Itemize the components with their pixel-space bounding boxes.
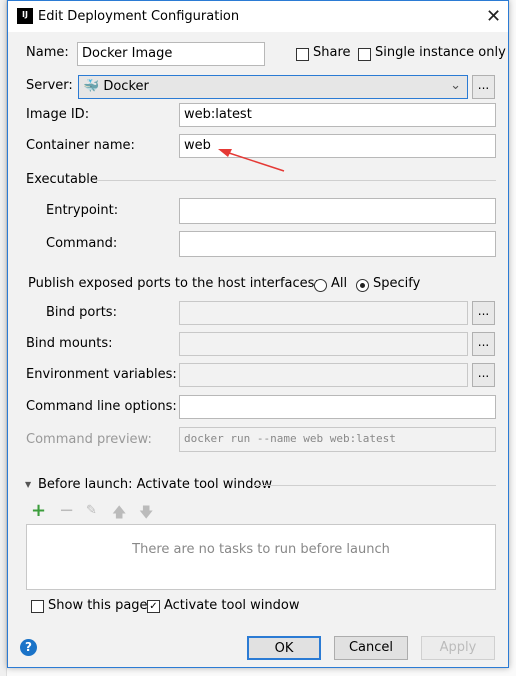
entrypoint-label: Entrypoint:	[46, 203, 119, 218]
command-label: Command:	[46, 236, 118, 251]
radio-all-label: All	[331, 276, 348, 291]
radio-specify[interactable]	[356, 279, 369, 292]
entrypoint-input[interactable]	[179, 198, 496, 224]
executable-separator	[96, 180, 496, 181]
env-vars-more-button[interactable]: ...	[472, 363, 495, 387]
close-icon[interactable]: ✕	[486, 6, 501, 27]
server-value: Docker	[103, 79, 149, 94]
apply-button[interactable]: Apply	[421, 636, 495, 660]
share-checkbox[interactable]	[296, 48, 309, 61]
bind-mounts-label: Bind mounts:	[26, 336, 113, 351]
move-up-icon[interactable]: 🡅	[112, 502, 126, 526]
add-icon[interactable]: +	[31, 500, 46, 521]
move-down-icon[interactable]: 🡇	[139, 502, 153, 526]
image-id-input[interactable]: web:latest	[179, 103, 496, 127]
before-launch-label[interactable]: Before launch: Activate tool window	[38, 477, 272, 493]
activate-tool-checkbox[interactable]: ✓	[147, 600, 160, 613]
cmd-preview-label: Command preview:	[26, 432, 152, 447]
bind-ports-label: Bind ports:	[46, 305, 117, 320]
cmd-preview-input: docker run --name web web:latest	[179, 427, 496, 452]
remove-icon[interactable]: −	[59, 500, 74, 521]
cancel-button[interactable]: Cancel	[334, 636, 408, 660]
radio-specify-label: Specify	[373, 276, 421, 291]
command-input[interactable]	[179, 231, 496, 257]
server-label: Server:	[26, 78, 73, 93]
image-id-label: Image ID:	[26, 107, 90, 122]
server-combobox[interactable]: 🐳 Docker ⌄	[78, 75, 468, 99]
title-bar: IJ Edit Deployment Configuration ✕	[8, 1, 508, 32]
tasks-list: There are no tasks to run before launch	[26, 524, 496, 590]
chevron-down-icon: ⌄	[450, 78, 461, 93]
single-instance-label: Single instance only	[375, 45, 506, 60]
tasks-empty-text: There are no tasks to run before launch	[132, 542, 390, 557]
cmd-options-label: Command line options:	[26, 399, 177, 414]
single-instance-checkbox[interactable]	[358, 48, 371, 61]
background-editor	[0, 0, 7, 676]
name-input[interactable]: Docker Image	[77, 42, 265, 66]
app-icon: IJ	[17, 8, 33, 24]
show-page-label: Show this page	[48, 598, 148, 613]
bind-ports-more-button[interactable]: ...	[472, 301, 495, 325]
name-label: Name:	[26, 45, 69, 60]
show-page-checkbox[interactable]	[31, 600, 44, 613]
docker-icon: 🐳	[83, 79, 100, 94]
publish-label: Publish exposed ports to the host interf…	[28, 276, 319, 291]
help-button[interactable]: ?	[20, 639, 37, 656]
env-vars-label: Environment variables:	[26, 367, 177, 382]
share-label: Share	[313, 45, 351, 60]
edit-deployment-dialog: IJ Edit Deployment Configuration ✕ Name:…	[7, 0, 509, 668]
bind-mounts-input[interactable]	[179, 332, 468, 356]
server-more-button[interactable]: ...	[472, 75, 495, 99]
bind-mounts-more-button[interactable]: ...	[472, 332, 495, 356]
radio-all[interactable]	[314, 279, 327, 292]
activate-tool-label: Activate tool window	[164, 598, 300, 613]
window-title: Edit Deployment Configuration	[38, 9, 240, 24]
edit-icon[interactable]: ✎	[86, 503, 97, 518]
env-vars-input[interactable]	[179, 363, 468, 387]
bind-ports-input[interactable]	[179, 301, 468, 325]
cmd-preview-value: docker run --name web web:latest	[184, 432, 396, 445]
before-launch-separator	[252, 485, 496, 486]
ok-button[interactable]: OK	[247, 636, 321, 660]
container-name-label: Container name:	[26, 138, 135, 153]
collapse-triangle-icon[interactable]: ▼	[25, 480, 31, 489]
red-arrow-annotation	[218, 149, 285, 172]
executable-label: Executable	[26, 172, 98, 187]
cmd-options-input[interactable]	[179, 395, 496, 419]
